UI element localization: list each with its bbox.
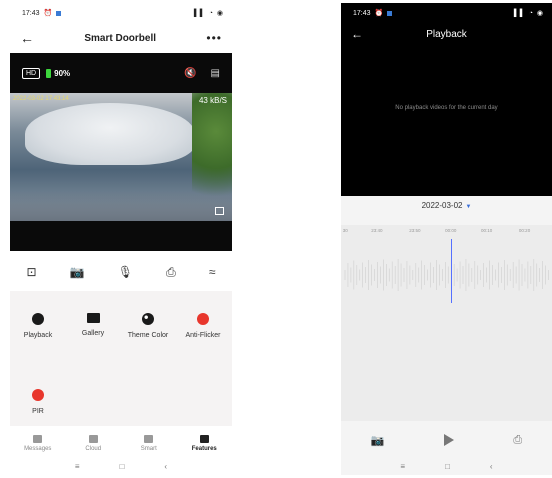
feature-label: Gallery [81,330,105,337]
timeline-tick-label: 00:10 [480,228,493,233]
timeline-tick-label: 00:00 [445,228,457,233]
app-notification-icon [387,10,393,16]
nav-label: Smart [140,445,157,452]
status-time: 17:43 [353,9,371,17]
feature-playback[interactable]: Playback [13,313,63,340]
features-icon [199,434,209,443]
signal-icons: ▌▌ ◔ ◉ [193,10,224,17]
mic-icon[interactable]: 🎙 [118,265,133,279]
menu-icon[interactable]: ≡ [400,462,405,471]
palette-icon [142,313,154,325]
battery-icon [46,68,52,78]
live-topbar: HD 90% 🔇 ▤ [10,53,232,93]
timeline-waveform [344,259,549,291]
nav-label: Features [191,445,217,452]
feature-anti-flicker[interactable]: Anti-Flicker [178,313,228,340]
bitrate-readout: 43 kB/S [198,96,227,105]
back-icon[interactable]: ‹ [490,462,493,471]
playback-screen: 17:43 ⏰ ▌▌ ◔ ◉ ← Playback No playback vi… [341,3,552,475]
record-icon[interactable]: ⎙ [513,434,522,447]
feature-label: Anti-Flicker [185,332,221,339]
nav-label: Messages [24,445,52,452]
feature-label: Theme Color [127,332,169,339]
control-row: ⊡ 📷 🎙 ⎙ ≈ [10,255,232,289]
feature-label: Playback [23,332,53,339]
camera-icon[interactable]: 📷 [371,434,385,447]
nav-smart[interactable]: Smart [124,434,174,452]
live-view: HD 90% 🔇 ▤ 2022-03-02 17:43:14 43 kB/S [10,53,232,251]
record-icon[interactable]: ⎙ [166,265,176,280]
alarm-icon: ⏰ [43,10,53,17]
battery-indicator: 90% [46,68,71,78]
feature-theme-color[interactable]: Theme Color [123,313,173,340]
nav-messages[interactable]: Messages [13,434,63,452]
pir-icon [32,389,44,401]
flash-icon [197,313,209,325]
messages-icon [33,434,43,443]
nav-label: Cloud [85,445,102,452]
app-header: ← Smart Doorbell ••• [10,23,232,53]
selected-date: 2022-03-02 [421,201,463,210]
app-notification-icon [56,10,62,16]
status-time: 17:43 [22,9,40,17]
feed-ceiling-image [25,103,195,165]
timeline-tick-label: 30 [342,228,348,233]
back-arrow-icon[interactable]: ← [20,30,34,46]
fullscreen-icon[interactable] [215,207,224,215]
playback-header: ← Playback [341,23,552,45]
doorbell-live-screen: 17:43 ⏰ ▌▌ ◔ ◉ ← Smart Doorbell ••• HD 9… [10,3,232,475]
cloud-icon [88,434,98,443]
feature-gallery[interactable]: Gallery [68,313,118,338]
back-icon[interactable]: ‹ [164,462,167,471]
nav-features[interactable]: Features [179,434,229,452]
caret-down-icon: ▼ [465,204,472,210]
layout-icon[interactable]: ▤ [211,68,220,79]
more-options-icon[interactable]: ••• [206,31,222,45]
playback-viewer: 17:43 ⏰ ▌▌ ◔ ◉ ← Playback No playback vi… [341,3,552,196]
nav-cloud[interactable]: Cloud [68,434,118,452]
hd-toggle-button[interactable]: HD [22,67,41,79]
signal-icons: ▌▌ ◔ ◉ [513,10,544,17]
page-title: Playback [426,28,467,40]
alarm-icon: ⏰ [374,10,384,17]
feature-label: PIR [32,408,44,415]
timeline-tick-label: 00:20 [518,228,531,233]
timeline-cursor[interactable] [451,239,452,303]
status-bar: 17:43 ⏰ ▌▌ ◔ ◉ [10,3,232,23]
timeline-ticks: 30 23:40 23:50 00:00 00:10 00:20 [341,228,552,238]
home-icon[interactable]: □ [120,462,125,471]
empty-state-message: No playback videos for the current day [395,105,498,111]
play-icon[interactable] [443,434,454,446]
bottom-nav: Messages Cloud Smart Features [10,428,232,458]
gallery-icon [86,313,100,323]
timeline-tick-label: 23:50 [409,228,421,233]
system-nav: ≡ □ ‹ [10,458,232,475]
system-nav: ≡ □ ‹ [341,458,552,475]
smart-icon [144,434,154,443]
battery-level: 90% [54,68,71,78]
timeline-tick-label: 23:40 [371,228,383,233]
home-icon[interactable]: □ [445,462,450,471]
status-bar: 17:43 ⏰ ▌▌ ◔ ◉ [341,3,552,23]
camera-feed[interactable]: 2022-03-02 17:43:14 43 kB/S [10,93,232,221]
camera-icon[interactable]: 📷 [70,265,85,279]
collapse-icon[interactable]: ≈ [209,265,216,279]
date-selector[interactable]: 2022-03-02 ▼ [341,201,552,219]
feed-timestamp: 2022-03-02 17:43:14 [13,96,69,102]
mute-icon[interactable]: 🔇 [184,68,196,79]
menu-icon[interactable]: ≡ [75,462,80,471]
screenshot-icon[interactable]: ⊡ [27,265,37,279]
features-panel: Playback Gallery Theme Color Anti-Flicke… [10,291,232,426]
back-arrow-icon[interactable]: ← [351,27,363,41]
page-title: Smart Doorbell [84,32,157,44]
timeline[interactable]: 30 23:40 23:50 00:00 00:10 00:20 [341,225,552,421]
play-icon [32,313,44,325]
feed-floor-image [10,191,232,221]
feature-pir[interactable]: PIR [13,389,63,416]
playback-controls: 📷 ⎙ [341,425,552,455]
